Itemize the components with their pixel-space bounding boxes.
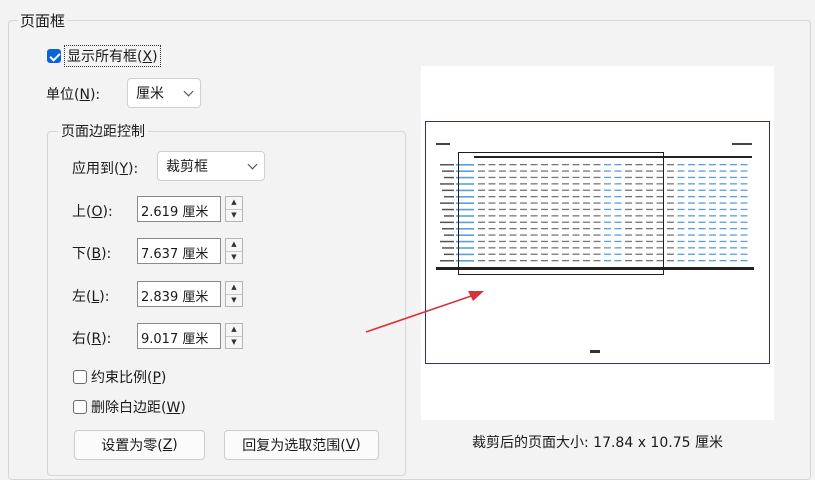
show-all-boxes-label: 显示所有框(X) — [64, 45, 161, 67]
revert-to-selection-button[interactable]: 回复为选取范围(V) — [224, 430, 379, 460]
spin-down-icon[interactable]: ▼ — [226, 293, 242, 307]
spinner-arrows-icon[interactable]: ▲ ▼ — [225, 238, 243, 264]
remove-white-margins-label: 删除白边距(W) — [91, 400, 186, 416]
constrain-proportions-checkbox[interactable]: 约束比例(P) — [73, 367, 166, 387]
top-margin-input[interactable]: 2.619 厘米 — [137, 196, 221, 222]
show-all-boxes-checkbox[interactable]: 显示所有框(X) — [47, 45, 161, 67]
spin-down-icon[interactable]: ▼ — [226, 335, 242, 349]
spinner-arrows-icon[interactable]: ▲ ▼ — [225, 323, 243, 349]
spin-up-icon[interactable]: ▲ — [226, 239, 242, 251]
page-number-mark — [590, 350, 600, 353]
spinner-arrows-icon[interactable]: ▲ ▼ — [225, 281, 243, 307]
page-box-group-title: 页面框 — [18, 10, 68, 31]
spin-down-icon[interactable]: ▼ — [226, 208, 242, 222]
margin-control-title: 页面边距控制 — [58, 121, 148, 141]
apply-to-select-value: 裁剪框 — [166, 159, 208, 175]
spinner-arrows-icon[interactable]: ▲ ▼ — [225, 196, 243, 222]
bottom-margin-label: 下(B): — [72, 246, 112, 262]
checkbox-icon — [73, 400, 87, 414]
spin-up-icon[interactable]: ▲ — [226, 324, 242, 336]
right-margin-spinner: 9.017 厘米 ▲ ▼ — [137, 323, 245, 351]
constrain-proportions-label: 约束比例(P) — [91, 370, 167, 386]
cropped-size-label: 裁剪后的页面大小: 17.84 x 10.75 厘米 — [472, 435, 723, 451]
set-to-zero-button[interactable]: 设置为零(Z) — [74, 430, 205, 460]
top-margin-label: 上(O): — [72, 204, 113, 220]
crop-box-rect — [458, 152, 664, 275]
spin-up-icon[interactable]: ▲ — [226, 197, 242, 209]
bottom-margin-input[interactable]: 7.637 厘米 — [137, 238, 221, 264]
unit-select[interactable]: 厘米 — [127, 78, 201, 108]
chevron-down-icon — [183, 86, 194, 96]
left-margin-input[interactable]: 2.839 厘米 — [137, 281, 221, 307]
spin-down-icon[interactable]: ▼ — [226, 250, 242, 264]
annotation-arrow — [365, 291, 484, 333]
remove-white-margins-checkbox[interactable]: 删除白边距(W) — [73, 397, 186, 417]
apply-to-label: 应用到(Y): — [72, 161, 139, 177]
check-icon — [47, 49, 61, 63]
top-margin-spinner: 2.619 厘米 ▲ ▼ — [137, 196, 245, 224]
unit-select-value: 厘米 — [136, 86, 164, 102]
apply-to-select[interactable]: 裁剪框 — [157, 151, 265, 181]
left-margin-label: 左(L): — [72, 289, 110, 305]
right-margin-label: 右(R): — [72, 331, 112, 347]
unit-label: 单位(N): — [46, 87, 101, 103]
right-margin-input[interactable]: 9.017 厘米 — [137, 323, 221, 349]
left-margin-spinner: 2.839 厘米 ▲ ▼ — [137, 281, 245, 309]
chevron-down-icon — [247, 159, 258, 169]
checkbox-icon — [73, 370, 87, 384]
bottom-margin-spinner: 7.637 厘米 ▲ ▼ — [137, 238, 245, 266]
spin-up-icon[interactable]: ▲ — [226, 282, 242, 294]
